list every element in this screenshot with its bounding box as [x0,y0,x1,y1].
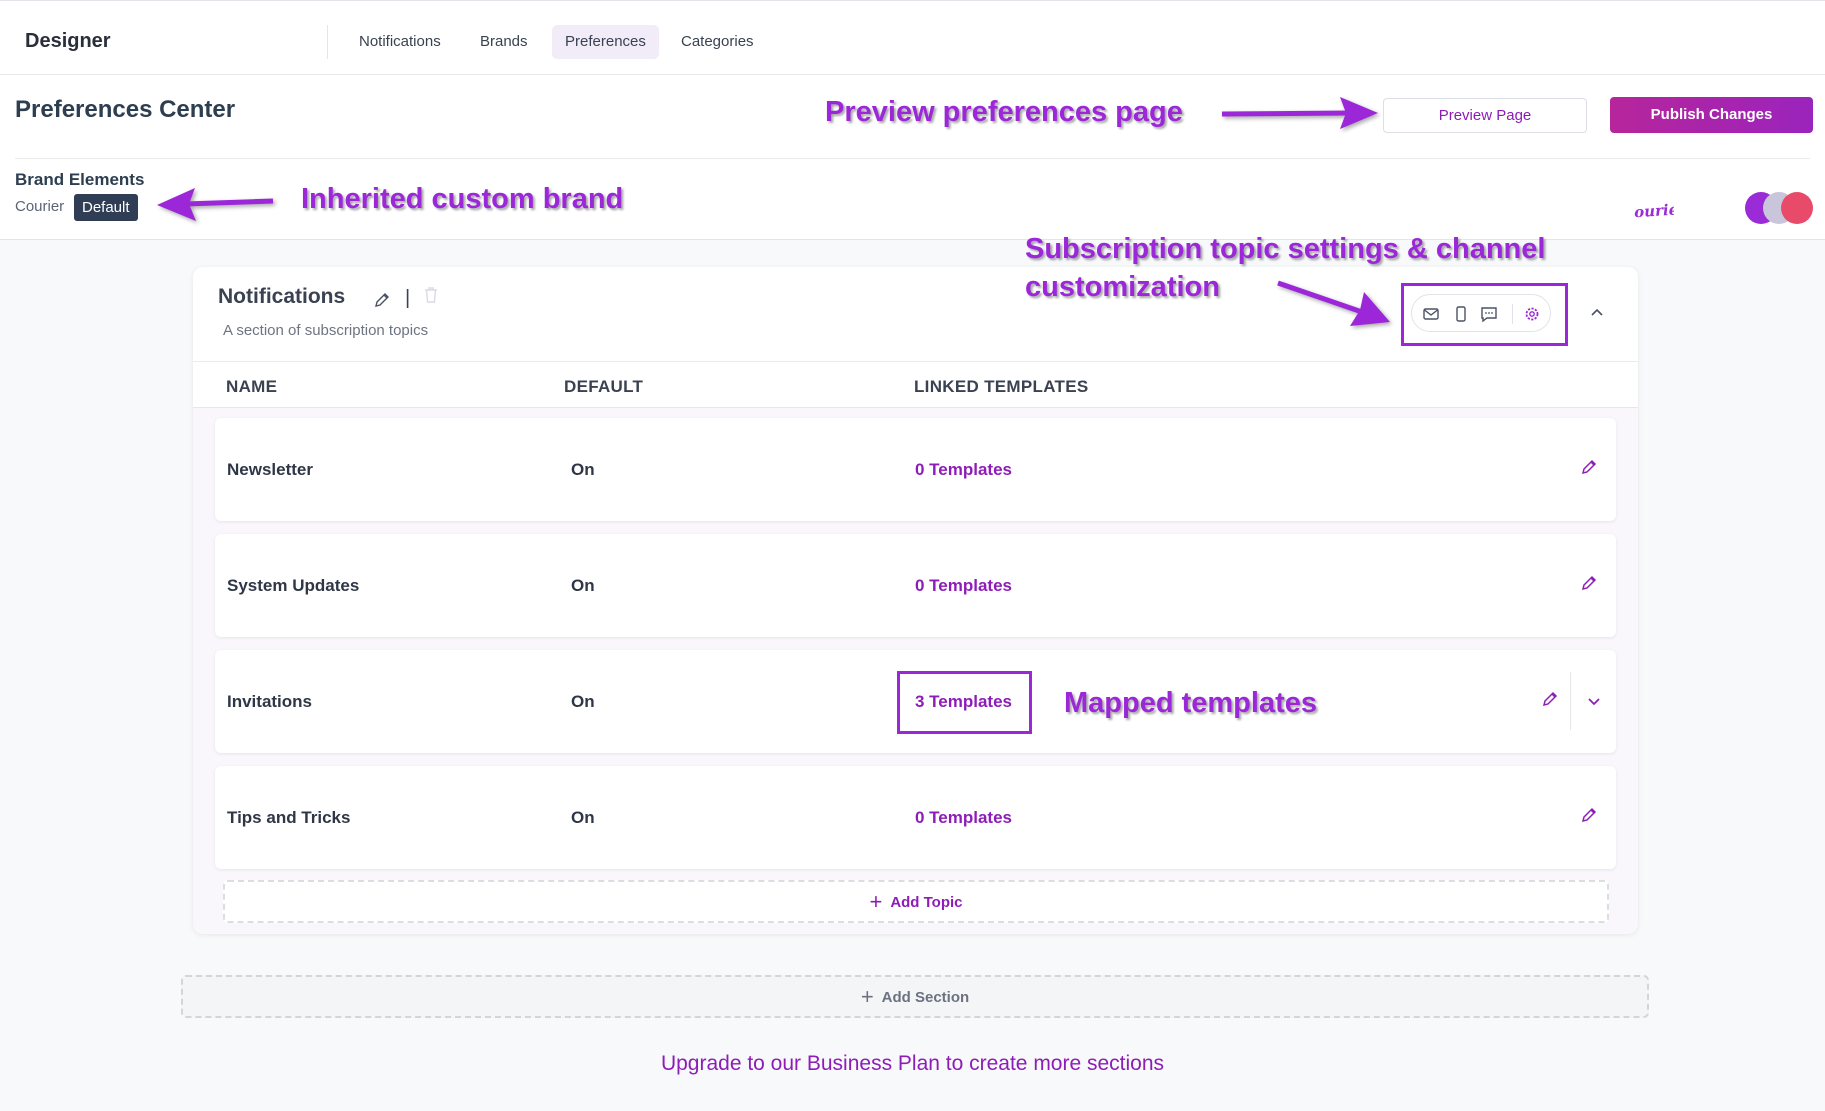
column-header-default: DEFAULT [564,377,644,396]
plus-icon: + [860,984,874,1009]
preview-page-button[interactable]: Preview Page [1383,98,1587,133]
courier-logo-text: Courier [1634,200,1674,222]
topic-name: Newsletter [227,460,313,479]
annotation-mapped: Mapped templates [1064,687,1317,719]
nav-divider [327,25,328,59]
annotation-preview: Preview preferences page [825,96,1183,128]
topic-name: Invitations [227,692,313,711]
topic-default: On [571,692,595,711]
brand-color-swatches[interactable] [1745,192,1815,224]
page-title: Preferences Center [15,96,236,123]
topic-default: On [571,576,595,595]
section-separator: | [405,287,411,309]
chevron-down-icon[interactable] [1585,692,1603,710]
publish-changes-button[interactable]: Publish Changes [1610,97,1813,133]
default-badge: Default [74,194,138,221]
column-header-name: NAME [226,377,278,396]
trash-icon[interactable] [423,286,439,304]
add-section-label: Add Section [881,989,970,1006]
highlight-box [1401,283,1568,346]
brand-elements-label: Brand Elements [15,170,145,189]
highlight-box [897,671,1032,734]
topic-default: On [571,460,595,479]
topic-name: Tips and Tricks [227,808,351,827]
tab-categories[interactable]: Categories [668,25,767,59]
upgrade-link[interactable]: Upgrade to our Business Plan to create m… [0,1052,1825,1076]
header-divider [15,158,1810,159]
linked-templates-link[interactable]: 0 Templates [915,460,1012,480]
pencil-icon[interactable] [373,291,391,309]
linked-templates-link[interactable]: 0 Templates [915,808,1012,828]
table-header: NAME DEFAULT LINKED TEMPLATES [193,362,1638,408]
annotation-subscription-line1: Subscription topic settings & channel [1025,233,1546,265]
app-title: Designer [25,30,111,52]
topic-row[interactable]: Tips and Tricks On 0 Templates [215,766,1616,869]
add-topic-label: Add Topic [890,894,963,911]
annotation-brand: Inherited custom brand [301,183,624,215]
tab-preferences[interactable]: Preferences [552,25,659,59]
tab-notifications[interactable]: Notifications [346,25,454,59]
topic-name: System Updates [227,576,360,595]
topic-default: On [571,808,595,827]
add-topic-button[interactable]: + Add Topic [223,880,1609,923]
chevron-up-icon[interactable] [1588,304,1606,322]
plus-icon: + [869,889,883,914]
pencil-icon[interactable] [1580,806,1598,824]
pencil-icon[interactable] [1541,690,1559,708]
pencil-icon[interactable] [1580,574,1598,592]
topic-row[interactable]: Newsletter On 0 Templates [215,418,1616,521]
section-card: Notifications | A section of subscriptio… [193,267,1638,934]
section-subtitle: A section of subscription topics [223,322,429,339]
pencil-icon[interactable] [1580,458,1598,476]
brand-swatch [1781,192,1813,224]
row-divider [1570,672,1571,730]
brand-name: Courier [15,198,65,215]
column-header-templates: LINKED TEMPLATES [914,377,1089,396]
section-title: Notifications [218,285,346,308]
linked-templates-link[interactable]: 0 Templates [915,576,1012,596]
tab-brands[interactable]: Brands [467,25,541,59]
add-section-button[interactable]: + Add Section [181,975,1649,1018]
topic-row[interactable]: System Updates On 0 Templates [215,534,1616,637]
courier-logo: Courier [1634,200,1674,222]
top-nav-bar: Designer Notifications Brands Preference… [0,0,1825,75]
